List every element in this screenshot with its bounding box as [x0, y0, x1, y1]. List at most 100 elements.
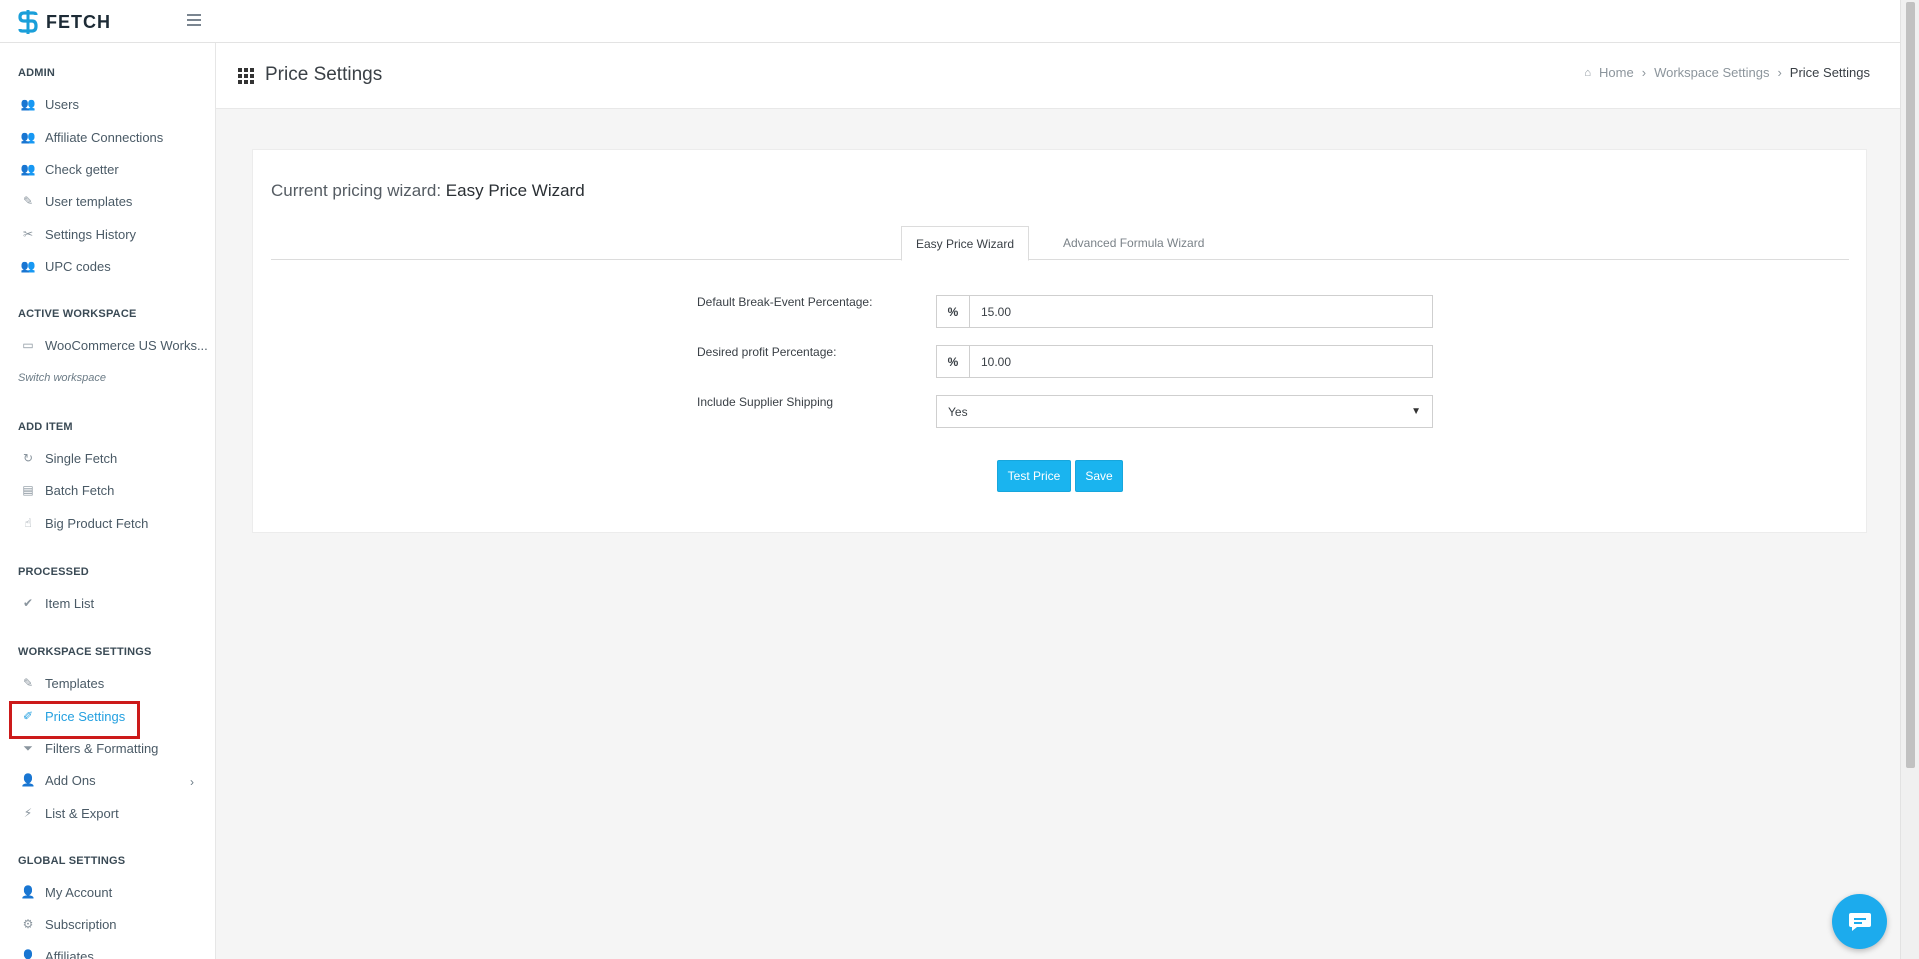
breadcrumb-current: Price Settings	[1789, 65, 1870, 80]
page-title: Price Settings	[238, 64, 382, 86]
section-processed: PROCESSED	[18, 566, 89, 578]
sidebar-item-single-fetch[interactable]: ↻ Single Fetch	[20, 447, 117, 469]
price-settings-card: Current pricing wizard: Easy Price Wizar…	[252, 149, 1867, 533]
brand-name: FETCH	[46, 11, 111, 32]
users-icon: 👥	[20, 130, 36, 144]
user-icon: 👤	[20, 885, 36, 899]
scrollbar[interactable]	[1900, 0, 1919, 959]
sidebar-item-user-templates[interactable]: ✎ User templates	[20, 190, 132, 212]
wand-icon: ⚡	[23, 806, 33, 820]
shipping-label: Include Supplier Shipping	[697, 395, 834, 409]
sidebar-item-label: Subscription	[45, 916, 117, 932]
percent-addon: %	[936, 345, 970, 378]
shipping-select[interactable]: Yes ▼	[936, 395, 1433, 428]
break-even-label: Default Break-Event Percentage:	[697, 295, 873, 309]
sidebar-item-settings-history[interactable]: ✂ Settings History	[20, 223, 136, 245]
break-even-input[interactable]	[970, 295, 1433, 328]
monitor-icon: ▭	[22, 338, 34, 352]
user-icon: 👤	[20, 949, 36, 959]
sidebar-item-label: User templates	[45, 193, 133, 209]
sidebar-item-item-list[interactable]: ✔ Item List	[20, 592, 94, 614]
profit-input[interactable]	[970, 345, 1433, 378]
section-admin: ADMIN	[18, 67, 56, 79]
sidebar-item-label: Filters & Formatting	[45, 740, 159, 756]
sidebar-item-label: Big Product Fetch	[45, 515, 149, 531]
sidebar-item-label: Settings History	[45, 226, 137, 242]
sidebar-item-my-account[interactable]: 👤 My Account	[20, 881, 113, 903]
sidebar-item-label: Add Ons	[45, 772, 96, 788]
sidebar-item-check-getter[interactable]: 👥 Check getter	[20, 158, 119, 180]
sidebar-item-label: Users	[45, 96, 79, 112]
page-title-text: Price Settings	[265, 64, 383, 85]
chat-icon	[1848, 912, 1871, 931]
sidebar-item-affiliates[interactable]: 👤 Affiliates	[20, 945, 94, 959]
tab-advanced-formula-wizard[interactable]: Advanced Formula Wizard	[1049, 226, 1218, 260]
sidebar-item-label: Single Fetch	[45, 450, 118, 466]
tools-icon: ✂	[22, 227, 34, 241]
users-icon: 👥	[20, 259, 36, 273]
break-even-group: %	[936, 295, 1433, 328]
top-bar: FETCH	[0, 0, 1900, 43]
sidebar-item-label: Item List	[45, 595, 95, 611]
money-icon: ✐	[22, 709, 34, 723]
sidebar-item-label: UPC codes	[45, 258, 111, 274]
breadcrumb-home[interactable]: Home	[1599, 65, 1634, 80]
profit-group: %	[936, 345, 1433, 378]
sidebar-item-affiliate-connections[interactable]: 👥 Affiliate Connections	[20, 126, 164, 148]
section-add-item: ADD ITEM	[18, 421, 73, 433]
page-header: Price Settings ⌂ Home › Workspace Settin…	[216, 43, 1900, 109]
chevron-right-icon[interactable]: ›	[190, 775, 194, 789]
sidebar-item-label: List & Export	[45, 805, 119, 821]
check-list-icon: ✔	[22, 596, 34, 610]
breadcrumb: ⌂ Home › Workspace Settings › Price Sett…	[1584, 65, 1870, 80]
sidebar-item-batch-fetch[interactable]: ▤ Batch Fetch	[20, 479, 114, 501]
brush-icon: ✎	[22, 194, 34, 208]
sidebar-item-list-export[interactable]: ⚡ List & Export	[20, 802, 119, 824]
sidebar-item-label: Templates	[45, 675, 105, 691]
sidebar-item-price-settings[interactable]: ✐ Price Settings	[20, 705, 125, 727]
sidebar-item-label: Affiliate Connections	[45, 129, 164, 145]
breadcrumb-separator: ›	[1641, 65, 1647, 80]
wizard-name: Easy Price Wizard	[445, 181, 585, 200]
grid-icon	[238, 67, 255, 84]
chat-widget-button[interactable]	[1832, 894, 1887, 949]
breadcrumb-separator: ›	[1777, 65, 1782, 80]
filter-icon: ⏷	[23, 740, 33, 755]
tab-easy-price-wizard[interactable]: Easy Price Wizard	[901, 226, 1030, 261]
sidebar-item-templates[interactable]: ✎ Templates	[20, 672, 104, 694]
wizard-tabs: Easy Price Wizard Advanced Formula Wizar…	[271, 226, 1849, 261]
caret-down-icon: ▼	[1411, 406, 1421, 417]
percent-addon: %	[936, 295, 970, 328]
users-icon: 👥	[20, 97, 36, 111]
user-plus-icon: 👤	[20, 773, 36, 787]
sidebar-item-filters-formatting[interactable]: ⏷ Filters & Formatting	[20, 737, 158, 759]
save-button[interactable]: Save	[1075, 460, 1123, 492]
sidebar-item-label: My Account	[45, 884, 113, 900]
breadcrumb-workspace-settings[interactable]: Workspace Settings	[1654, 65, 1769, 80]
sidebar-item-subscription[interactable]: ⚙ Subscription	[20, 913, 117, 935]
hand-icon: ☝	[24, 516, 32, 530]
section-workspace-settings: WORKSPACE SETTINGS	[18, 646, 152, 658]
switch-workspace-link[interactable]: Switch workspace	[18, 372, 106, 384]
sidebar-item-upc-codes[interactable]: 👥 UPC codes	[20, 255, 111, 277]
sidebar-item-add-ons[interactable]: 👤 Add Ons	[20, 769, 96, 791]
sidebar-item-label: Price Settings	[45, 708, 126, 724]
section-active-workspace: ACTIVE WORKSPACE	[18, 308, 137, 320]
test-price-button[interactable]: Test Price	[997, 460, 1071, 492]
menu-toggle-icon[interactable]	[187, 14, 201, 26]
sidebar-item-label: Affiliates	[45, 948, 94, 959]
sidebar-item-label: Batch Fetch	[45, 482, 115, 498]
gear-icon: ⚙	[22, 917, 34, 931]
sidebar-item-users[interactable]: 👥 Users	[20, 93, 79, 115]
logo[interactable]: FETCH	[16, 9, 111, 35]
sidebar-item-big-product-fetch[interactable]: ☝ Big Product Fetch	[20, 512, 148, 534]
home-icon: ⌂	[1584, 66, 1592, 79]
batch-icon: ▤	[22, 483, 34, 497]
current-wizard: Current pricing wizard: Easy Price Wizar…	[271, 181, 585, 201]
sidebar-item-label: Check getter	[45, 161, 119, 177]
brush-icon: ✎	[22, 676, 34, 690]
scrollbar-thumb[interactable]	[1906, 2, 1915, 768]
sidebar-item-workspace[interactable]: ▭ WooCommerce US Works...	[20, 334, 208, 356]
workspace-name: WooCommerce US Works...	[45, 337, 208, 353]
profit-label: Desired profit Percentage:	[697, 345, 837, 359]
